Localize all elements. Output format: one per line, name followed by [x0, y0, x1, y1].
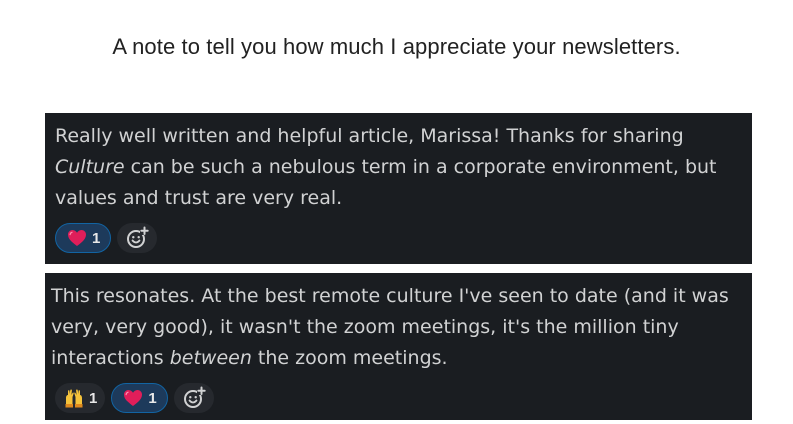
message-line: Really well written and helpful article,… [55, 125, 684, 147]
reaction-count: 1 [92, 229, 101, 247]
reactions-bar: 1 1 [55, 383, 752, 413]
add-reaction-icon [182, 386, 206, 410]
message-text: This resonates. At the best remote cultu… [51, 281, 752, 374]
italic-text: Culture [55, 156, 125, 178]
message-line: interactions between the zoom meetings. [51, 343, 752, 374]
message-card: This resonates. At the best remote cultu… [45, 273, 752, 420]
reaction-raised-hands[interactable]: 1 [55, 383, 106, 413]
heart-icon [122, 387, 144, 409]
message-line: values and trust are very real. [55, 187, 343, 209]
heart-icon [66, 227, 88, 249]
message-card: Really well written and helpful article,… [45, 113, 752, 264]
reaction-count: 1 [148, 389, 157, 407]
message-text-segment: can be such a nebulous term in a corpora… [124, 156, 717, 178]
reaction-heart[interactable]: 1 [55, 223, 112, 253]
message-text-segment: interactions [51, 347, 170, 369]
add-reaction-button[interactable] [173, 383, 214, 413]
add-reaction-icon [125, 226, 150, 250]
message-line: very, very good), it wasn't the zoom mee… [51, 316, 679, 338]
message-text-segment: the zoom meetings. [251, 347, 448, 369]
headline: A note to tell you how much I appreciate… [112, 34, 681, 59]
message-line: Culture can be such a nebulous term in a… [55, 152, 752, 183]
message-text: Really well written and helpful article,… [55, 121, 752, 214]
italic-text: between [169, 347, 252, 369]
reaction-count: 1 [89, 389, 98, 407]
message-line: This resonates. At the best remote cultu… [51, 285, 729, 307]
raised-hands-icon [63, 387, 85, 409]
reactions-bar: 1 [55, 223, 752, 253]
reaction-heart[interactable]: 1 [111, 383, 168, 413]
add-reaction-button[interactable] [117, 223, 158, 253]
